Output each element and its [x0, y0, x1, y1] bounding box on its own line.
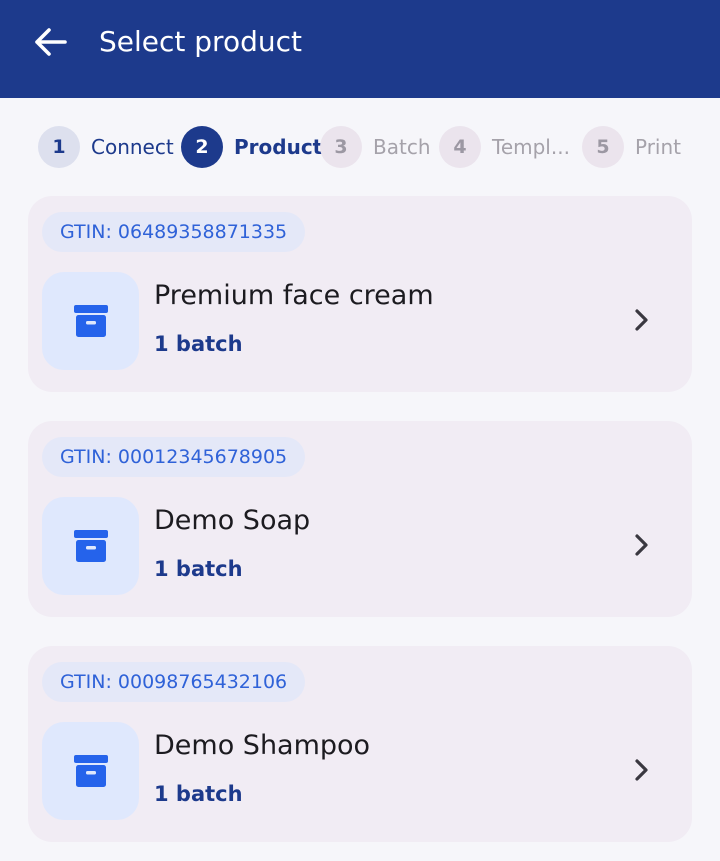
product-icon-tile [42, 272, 139, 370]
archive-box-icon [73, 530, 108, 562]
chevron-right-icon [632, 308, 652, 332]
step-label: Connect [91, 135, 174, 159]
step-label: Print [635, 135, 682, 159]
batch-count: 1 batch [154, 557, 243, 581]
back-button[interactable] [26, 22, 74, 62]
step-label: Batch [373, 135, 431, 159]
product-name: Demo Soap [154, 505, 311, 536]
product-name: Demo Shampoo [154, 730, 371, 761]
gtin-chip: GTIN: 06489358871335 [42, 212, 306, 252]
batch-count: 1 batch [154, 332, 243, 356]
product-card[interactable]: GTIN: 00098765432106 Demo Shampoo 1 batc… [28, 646, 692, 842]
step-number: 2 [181, 126, 223, 168]
step-number: 3 [320, 126, 362, 168]
product-icon-tile [42, 497, 139, 595]
step-number: 5 [582, 126, 624, 168]
stepper: 1 Connect 2 Product 3 Batch 4 Templ... 5… [0, 126, 720, 168]
gtin-chip: GTIN: 00098765432106 [42, 662, 306, 702]
step-product[interactable]: 2 Product [181, 126, 322, 168]
archive-box-icon [73, 305, 108, 337]
batch-count: 1 batch [154, 782, 243, 806]
product-card[interactable]: GTIN: 00012345678905 Demo Soap 1 batch [28, 421, 692, 617]
step-print[interactable]: 5 Print [582, 126, 681, 168]
step-batch[interactable]: 3 Batch [320, 126, 431, 168]
step-number: 1 [38, 126, 80, 168]
chevron-right-icon [632, 758, 652, 782]
app-bar: Select product [0, 0, 720, 98]
step-number: 4 [439, 126, 481, 168]
step-label: Templ... [492, 135, 570, 159]
step-connect[interactable]: 1 Connect [38, 126, 174, 168]
step-label: Product [234, 135, 323, 159]
page-title: Select product [99, 25, 302, 58]
product-name: Premium face cream [154, 280, 434, 311]
archive-box-icon [73, 755, 108, 787]
product-card[interactable]: GTIN: 06489358871335 Premium face cream … [28, 196, 692, 392]
gtin-chip: GTIN: 00012345678905 [42, 437, 306, 477]
step-template[interactable]: 4 Templ... [439, 126, 570, 168]
arrow-left-icon [35, 28, 67, 56]
product-icon-tile [42, 722, 139, 820]
chevron-right-icon [632, 533, 652, 557]
